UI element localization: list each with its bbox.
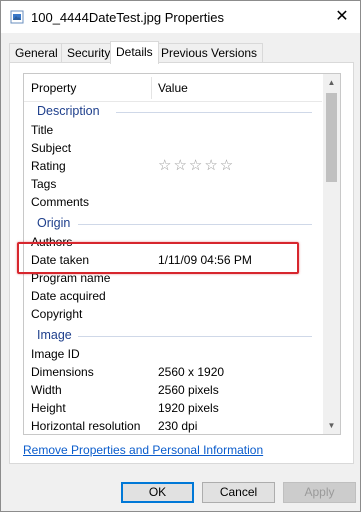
group-origin: Origin (24, 215, 322, 233)
scroll-thumb[interactable] (326, 93, 337, 182)
group-divider (116, 112, 312, 113)
cancel-button[interactable]: Cancel (202, 482, 275, 503)
date-taken-highlight-box (17, 242, 299, 274)
group-label: Image (37, 328, 72, 342)
property-name: Width (31, 383, 62, 397)
column-header-property[interactable]: Property (31, 81, 76, 95)
vertical-scrollbar[interactable]: ▲ ▼ (323, 74, 340, 434)
rating-stars[interactable]: ☆☆☆☆☆ (158, 156, 235, 174)
remove-properties-link[interactable]: Remove Properties and Personal Informati… (23, 443, 263, 457)
ok-button[interactable]: OK (121, 482, 194, 503)
group-label: Origin (37, 216, 71, 230)
property-name: Tags (31, 177, 57, 191)
property-value: 230 dpi (158, 419, 198, 433)
list-header: Property Value (24, 74, 322, 102)
property-name: Horizontal resolution (31, 419, 141, 433)
property-name: Height (31, 401, 66, 415)
title-bar: 100_4444DateTest.jpg Properties ✕ (1, 1, 360, 33)
apply-button[interactable]: Apply (283, 482, 356, 503)
window-title: 100_4444DateTest.jpg Properties (31, 10, 224, 25)
image-file-icon (10, 10, 24, 24)
properties-window: 100_4444DateTest.jpg Properties ✕ Genera… (0, 0, 361, 512)
property-row-title[interactable]: Title (24, 121, 322, 139)
group-divider (78, 224, 312, 225)
property-row-copyright[interactable]: Copyright (24, 305, 322, 323)
group-image: Image (24, 327, 322, 345)
tab-details[interactable]: Details (110, 41, 159, 64)
group-divider (78, 336, 312, 337)
tab-previous-versions[interactable]: Previous Versions (155, 43, 264, 63)
property-row-dimensions[interactable]: Dimensions 2560 x 1920 (24, 363, 322, 381)
property-value: 2560 x 1920 (158, 365, 225, 379)
property-name: Copyright (31, 307, 83, 321)
property-row-rating[interactable]: Rating ☆☆☆☆☆ (24, 157, 322, 175)
scroll-down-icon[interactable]: ▼ (323, 417, 340, 434)
column-header-value[interactable]: Value (158, 81, 188, 95)
dialog-footer: OK Cancel Apply (1, 471, 360, 511)
property-name: Date acquired (31, 289, 106, 303)
property-row-image-id[interactable]: Image ID (24, 345, 322, 363)
property-name: Rating (31, 159, 66, 173)
group-label: Description (37, 104, 100, 118)
close-icon[interactable]: ✕ (332, 7, 352, 27)
property-row-subject[interactable]: Subject (24, 139, 322, 157)
group-description: Description (24, 103, 322, 121)
property-name: Subject (31, 141, 72, 155)
property-row-date-acquired[interactable]: Date acquired (24, 287, 322, 305)
property-value: 1920 pixels (158, 401, 219, 415)
property-row-horizontal-resolution[interactable]: Horizontal resolution 230 dpi (24, 417, 322, 434)
column-divider[interactable] (151, 77, 152, 99)
scroll-up-icon[interactable]: ▲ (323, 74, 340, 91)
property-name: Title (31, 123, 54, 137)
property-row-tags[interactable]: Tags (24, 175, 322, 193)
tab-general[interactable]: General (9, 43, 64, 63)
property-row-height[interactable]: Height 1920 pixels (24, 399, 322, 417)
property-value: 2560 pixels (158, 383, 219, 397)
tab-strip: General Security Details Previous Versio… (9, 41, 354, 64)
property-row-comments[interactable]: Comments (24, 193, 322, 211)
property-row-width[interactable]: Width 2560 pixels (24, 381, 322, 399)
property-name: Comments (31, 195, 90, 209)
tab-security[interactable]: Security (61, 43, 117, 63)
property-name: Dimensions (31, 365, 94, 379)
property-name: Image ID (31, 347, 80, 361)
